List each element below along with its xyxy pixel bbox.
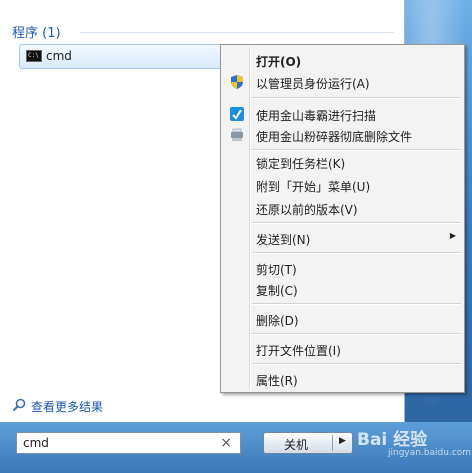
see-more-label: 查看更多结果: [31, 400, 104, 414]
menu-item-label: 打开(O): [256, 55, 302, 69]
menu-item-label: 删除(D): [256, 314, 299, 328]
menu-item-label: 以管理员身份运行(A): [256, 77, 370, 91]
menu-item-label: 附到「开始」菜单(U): [256, 180, 371, 194]
menu-item-label: 锁定到任务栏(K): [256, 157, 346, 171]
programs-group-header[interactable]: 程序 (1): [12, 22, 61, 41]
shredder-icon: [231, 128, 243, 141]
shutdown-divider: [332, 435, 333, 451]
menu-item-cut[interactable]: 剪切(T): [223, 257, 462, 279]
cmd-icon: C:\: [26, 50, 42, 62]
menu-item-label: 复制(C): [256, 284, 298, 298]
menu-item-label: 剪切(T): [256, 263, 297, 277]
menu-item-pin-start[interactable]: 附到「开始」菜单(U): [223, 174, 462, 196]
menu-item-run-as-admin[interactable]: 以管理员身份运行(A): [223, 71, 462, 93]
group-divider: [80, 32, 394, 33]
menu-item-label: 使用金山毒霸进行扫描: [256, 109, 377, 123]
context-menu: 打开(O) 以管理员身份运行(A) 使用金山毒霸进行扫描 使用金山粉碎器彻底删除…: [220, 44, 465, 393]
shutdown-options-arrow-icon[interactable]: ▶: [339, 436, 346, 446]
result-item-label: cmd: [46, 49, 72, 63]
menu-separator: [252, 333, 461, 335]
menu-item-label: 发送到(N): [256, 233, 311, 247]
menu-separator: [252, 149, 461, 151]
menu-item-label: 属性(R): [256, 374, 298, 388]
menu-item-delete[interactable]: 删除(D): [223, 308, 462, 330]
menu-item-properties[interactable]: 属性(R): [223, 368, 462, 390]
submenu-arrow-icon: ▶: [449, 231, 456, 240]
menu-item-label: 还原以前的版本(V): [256, 203, 358, 217]
kingsoft-antivirus-icon: [230, 107, 244, 121]
menu-separator: [252, 97, 461, 99]
shutdown-button[interactable]: 关机 ▶: [263, 432, 353, 454]
menu-item-kingsoft-scan[interactable]: 使用金山毒霸进行扫描: [223, 103, 462, 125]
watermark: Bai 经验: [357, 430, 428, 450]
menu-item-kingsoft-shred[interactable]: 使用金山粉碎器彻底删除文件: [223, 124, 462, 146]
menu-item-restore-versions[interactable]: 还原以前的版本(V): [223, 197, 462, 219]
search-input[interactable]: cmd ×: [16, 432, 241, 454]
menu-item-open-file-location[interactable]: 打开文件位置(I): [223, 338, 462, 360]
shutdown-label: 关机: [284, 438, 309, 452]
menu-separator: [252, 303, 461, 305]
menu-item-open[interactable]: 打开(O): [223, 49, 462, 71]
uac-shield-icon: [231, 75, 243, 89]
menu-separator: [252, 363, 461, 365]
menu-item-send-to[interactable]: 发送到(N) ▶: [223, 227, 462, 249]
search-value: cmd: [23, 436, 49, 450]
menu-item-label: 打开文件位置(I): [256, 344, 341, 358]
menu-item-pin-taskbar[interactable]: 锁定到任务栏(K): [223, 151, 462, 173]
magnifier-icon: [12, 398, 26, 412]
clear-search-icon[interactable]: ×: [220, 434, 232, 452]
menu-item-copy[interactable]: 复制(C): [223, 278, 462, 300]
menu-item-label: 使用金山粉碎器彻底删除文件: [256, 130, 413, 144]
menu-separator: [252, 222, 461, 224]
watermark-sub: jingyan.baidu.com: [388, 448, 472, 458]
menu-separator: [252, 252, 461, 254]
